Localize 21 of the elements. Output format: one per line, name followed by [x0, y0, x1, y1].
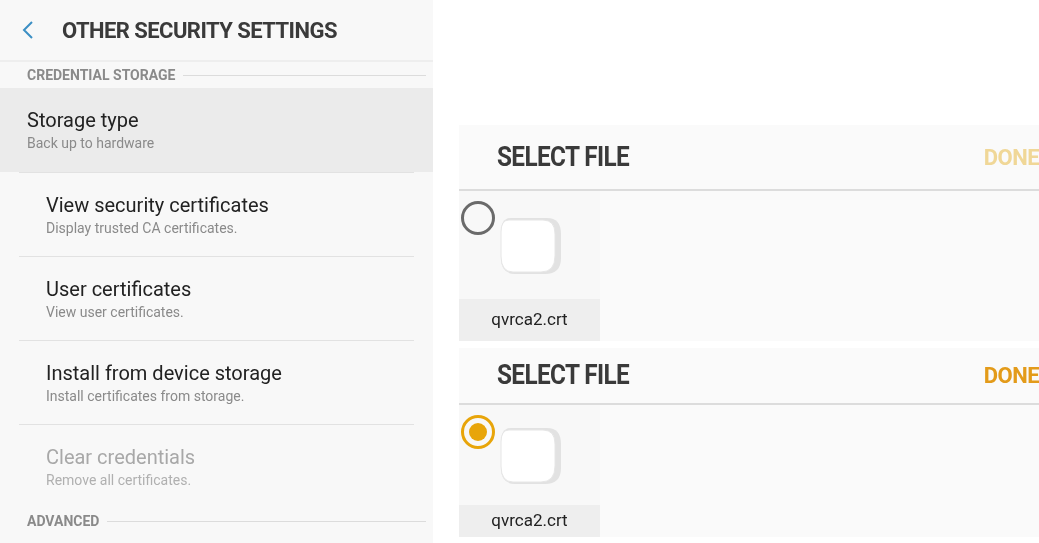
item-title: Storage type [27, 107, 140, 133]
item-subtitle: Display trusted CA certificates. [46, 218, 239, 238]
radio-button[interactable] [461, 415, 495, 449]
item-subtitle: View user certificates. [46, 302, 185, 322]
file-name: qvrca2.crt [491, 308, 568, 332]
picker-title: SELECT FILE [497, 139, 630, 175]
back-icon[interactable] [22, 20, 34, 40]
item-title: User certificates [46, 275, 193, 302]
item-title: Install from device storage [46, 359, 283, 386]
radio-button[interactable] [461, 201, 495, 235]
file-name: qvrca2.crt [491, 509, 568, 533]
item-title: View security certificates [46, 191, 270, 218]
picker-title: SELECT FILE [497, 358, 630, 394]
item-subtitle: Back up to hardware [27, 134, 156, 153]
screen-title: OTHER SECURITY SETTINGS [62, 16, 337, 45]
item-subtitle: Remove all certificates. [46, 470, 193, 490]
settings-item[interactable]: Storage type Back up to hardware [0, 88, 433, 172]
item-subtitle: Install certificates from storage. [46, 386, 246, 406]
section-header: ADVANCED [27, 511, 100, 531]
section-header: CREDENTIAL STORAGE [27, 65, 176, 85]
item-title: Clear credentials [46, 443, 197, 470]
